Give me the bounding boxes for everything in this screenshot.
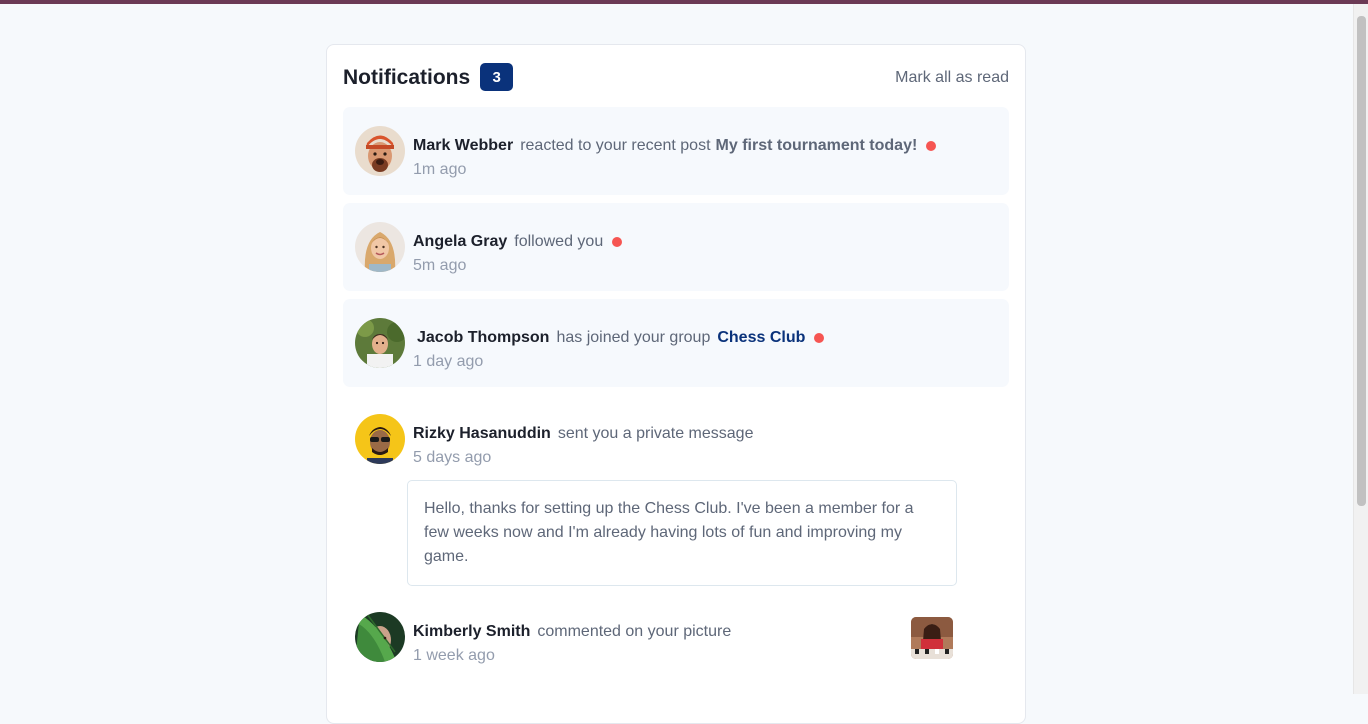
scrollbar-thumb[interactable]	[1357, 16, 1366, 506]
sender-name[interactable]: Jacob Thompson	[417, 329, 549, 347]
notification-text: Rizky Hasanuddin sent you a private mess…	[413, 425, 753, 443]
notification-action: reacted to your recent post	[520, 137, 711, 154]
notification-action: followed you	[514, 233, 604, 250]
notification-time: 1m ago	[413, 161, 467, 178]
post-link[interactable]: My first tournament today!	[716, 137, 918, 155]
notifications-card: Notifications 3 Mark all as read Mark We…	[326, 44, 1026, 724]
sender-name[interactable]: Kimberly Smith	[413, 623, 530, 641]
unread-dot-icon	[612, 237, 623, 247]
avatar-rizky-hasanuddin-icon[interactable]	[355, 414, 405, 464]
avatar-angela-gray-icon[interactable]	[355, 222, 405, 272]
avatar-jacob-thompson-icon[interactable]	[355, 318, 405, 368]
notification-time: 1 week ago	[413, 647, 495, 664]
chess-picture-thumbnail-icon[interactable]	[911, 617, 953, 659]
page-title: Notifications	[343, 66, 471, 89]
sender-name[interactable]: Mark Webber	[413, 137, 513, 155]
vertical-scrollbar[interactable]	[1353, 4, 1368, 694]
notification-item[interactable]: Angela Gray followed you 5m ago	[343, 203, 1009, 291]
notifications-header: Notifications 3 Mark all as read	[343, 63, 1009, 93]
notification-text: Mark Webber reacted to your recent post …	[413, 137, 937, 155]
notification-item[interactable]: Jacob Thompson has joined your group Che…	[343, 299, 1009, 387]
notification-text: Kimberly Smith commented on your picture	[413, 623, 731, 641]
notification-time: 1 day ago	[413, 353, 484, 370]
unread-dot-icon	[814, 333, 825, 343]
mark-all-as-read-button[interactable]: Mark all as read	[895, 69, 1009, 87]
notification-text: Angela Gray followed you	[413, 233, 623, 251]
private-message-preview[interactable]: Hello, thanks for setting up the Chess C…	[407, 480, 957, 586]
unread-count-badge: 3	[480, 63, 514, 91]
notification-time: 5 days ago	[413, 449, 492, 466]
notification-action: sent you a private message	[557, 425, 754, 442]
top-accent-bar	[0, 0, 1368, 4]
notification-item[interactable]: Mark Webber reacted to your recent post …	[343, 107, 1009, 195]
group-link[interactable]: Chess Club	[717, 329, 805, 347]
sender-name[interactable]: Angela Gray	[413, 233, 507, 251]
notification-time: 5m ago	[413, 257, 467, 274]
avatar-kimberly-smith-icon[interactable]	[355, 612, 405, 662]
title-group: Notifications 3	[343, 63, 514, 92]
notification-item[interactable]: Kimberly Smith commented on your picture…	[343, 601, 1009, 689]
notification-action: has joined your group	[556, 329, 711, 346]
notification-text: Jacob Thompson has joined your group Che…	[413, 329, 825, 347]
sender-name[interactable]: Rizky Hasanuddin	[413, 425, 551, 443]
unread-dot-icon	[926, 141, 937, 151]
avatar-mark-webber-icon[interactable]	[355, 126, 405, 176]
notification-action: commented on your picture	[537, 623, 732, 640]
